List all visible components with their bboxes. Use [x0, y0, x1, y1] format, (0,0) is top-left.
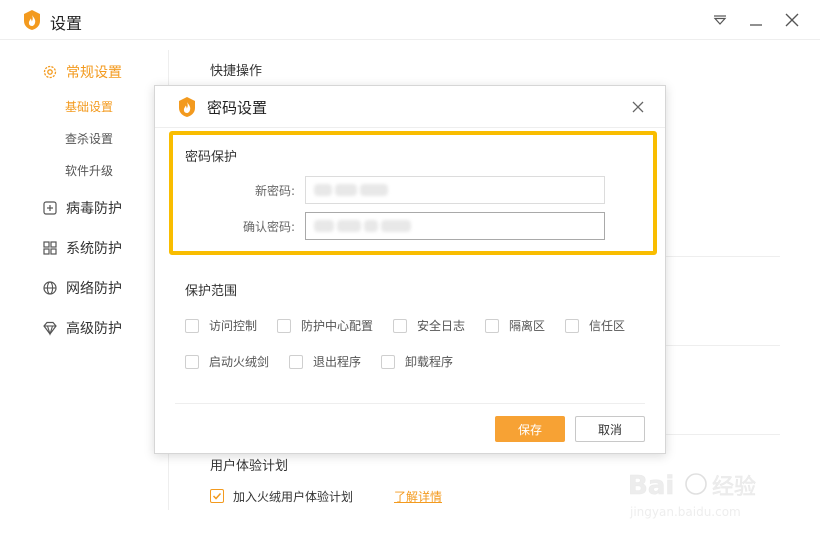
new-password-label: 新密码: — [254, 184, 295, 198]
dialog-divider — [175, 403, 645, 404]
masked-text — [381, 220, 411, 232]
password-protection-title: 密码保护 — [185, 150, 238, 165]
scope-checkbox-quarantine[interactable]: 隔离区 — [485, 317, 545, 334]
scope-checkbox-access-control[interactable]: 访问控制 — [185, 317, 257, 334]
close-icon[interactable] — [629, 98, 647, 116]
ux-plan-checkbox[interactable] — [210, 489, 224, 503]
sidebar-item-virus-protection[interactable]: 病毒防护 — [42, 198, 122, 218]
checkbox-label: 启动火绒剑 — [209, 355, 270, 369]
diamond-icon — [42, 320, 58, 336]
sidebar: 常规设置 基础设置 查杀设置 软件升级 病毒防护 系统防护 网络防护 高级防护 — [0, 40, 168, 540]
checkbox[interactable] — [485, 318, 499, 333]
checkbox[interactable] — [565, 318, 579, 333]
checkbox[interactable] — [185, 354, 199, 369]
masked-text — [314, 220, 334, 232]
globe-icon — [42, 280, 58, 296]
masked-text — [337, 220, 361, 232]
sidebar-item-label: 高级防护 — [66, 321, 122, 337]
grid-icon — [42, 240, 58, 256]
sidebar-item-label: 常规设置 — [66, 65, 122, 81]
checkbox-label: 信任区 — [589, 319, 626, 333]
baidu-jingyan-watermark: Bai 经验 jingyan.baidu.com — [628, 471, 757, 519]
scope-checkbox-exit-program[interactable]: 退出程序 — [289, 353, 361, 370]
password-settings-dialog: 密码设置 密码保护 新密码: 确认密码: 保护范围 访问控制 防护中心配置 安全… — [154, 85, 666, 454]
sidebar-subitem-basic-settings[interactable]: 基础设置 — [65, 98, 113, 115]
checkmark-icon — [212, 492, 222, 500]
gear-icon — [42, 64, 58, 80]
sidebar-item-network-protection[interactable]: 网络防护 — [42, 278, 122, 298]
ux-plan-label: 加入火绒用户体验计划 — [233, 490, 354, 504]
checkbox-label: 卸载程序 — [405, 355, 454, 369]
checkbox-label: 退出程序 — [313, 355, 362, 369]
sidebar-item-label: 病毒防护 — [66, 201, 122, 217]
minimize-icon[interactable] — [746, 10, 766, 30]
checkbox[interactable] — [393, 318, 407, 333]
confirm-password-label: 确认密码: — [242, 220, 295, 234]
svg-text:jingyan.baidu.com: jingyan.baidu.com — [629, 505, 741, 519]
scope-checkbox-uninstall[interactable]: 卸载程序 — [381, 353, 453, 370]
dialog-header: 密码设置 — [155, 86, 665, 128]
cancel-button[interactable]: 取消 — [575, 416, 645, 442]
scope-checkbox-trust-zone[interactable]: 信任区 — [565, 317, 625, 334]
quick-actions-title: 快捷操作 — [210, 64, 263, 79]
svg-text:Bai: Bai — [628, 471, 674, 501]
dialog-title: 密码设置 — [207, 99, 268, 117]
sidebar-item-label: 网络防护 — [66, 281, 122, 297]
scope-checkbox-security-log[interactable]: 安全日志 — [393, 317, 465, 334]
new-password-field[interactable] — [305, 176, 605, 204]
svg-text:经验: 经验 — [712, 475, 756, 500]
masked-text — [364, 220, 378, 232]
sidebar-subitem-software-update[interactable]: 软件升级 — [65, 162, 113, 179]
sidebar-item-advanced-protection[interactable]: 高级防护 — [42, 318, 122, 338]
save-button[interactable]: 保存 — [495, 416, 565, 442]
title-bar: 设置 — [0, 0, 820, 40]
sidebar-subitem-scan-settings[interactable]: 查杀设置 — [65, 130, 113, 147]
masked-text — [335, 184, 357, 196]
learn-more-link[interactable]: 了解详情 — [394, 488, 442, 505]
menu-dropdown-icon[interactable] — [710, 10, 730, 30]
close-window-icon[interactable] — [782, 10, 802, 30]
protection-scope-title: 保护范围 — [185, 284, 238, 299]
huorong-logo-icon — [179, 97, 195, 117]
checkbox[interactable] — [381, 354, 395, 369]
checkbox-label: 防护中心配置 — [301, 319, 374, 333]
sidebar-item-system-protection[interactable]: 系统防护 — [42, 238, 122, 258]
scope-checkbox-protection-center[interactable]: 防护中心配置 — [277, 317, 373, 334]
user-experience-title: 用户体验计划 — [210, 459, 289, 474]
checkbox-label: 隔离区 — [509, 319, 546, 333]
masked-text — [314, 184, 332, 196]
checkbox[interactable] — [185, 318, 199, 333]
plus-square-icon — [42, 200, 58, 216]
checkbox-label: 访问控制 — [209, 319, 258, 333]
sidebar-item-label: 系统防护 — [66, 241, 122, 257]
scope-checkbox-launch-sword[interactable]: 启动火绒剑 — [185, 353, 269, 370]
sidebar-item-general-settings[interactable]: 常规设置 — [42, 62, 122, 82]
checkbox-label: 安全日志 — [417, 319, 466, 333]
window-title: 设置 — [50, 14, 83, 33]
checkbox[interactable] — [289, 354, 303, 369]
masked-text — [360, 184, 388, 196]
confirm-password-field[interactable] — [305, 212, 605, 240]
huorong-logo-icon — [24, 10, 40, 30]
checkbox[interactable] — [277, 318, 291, 333]
